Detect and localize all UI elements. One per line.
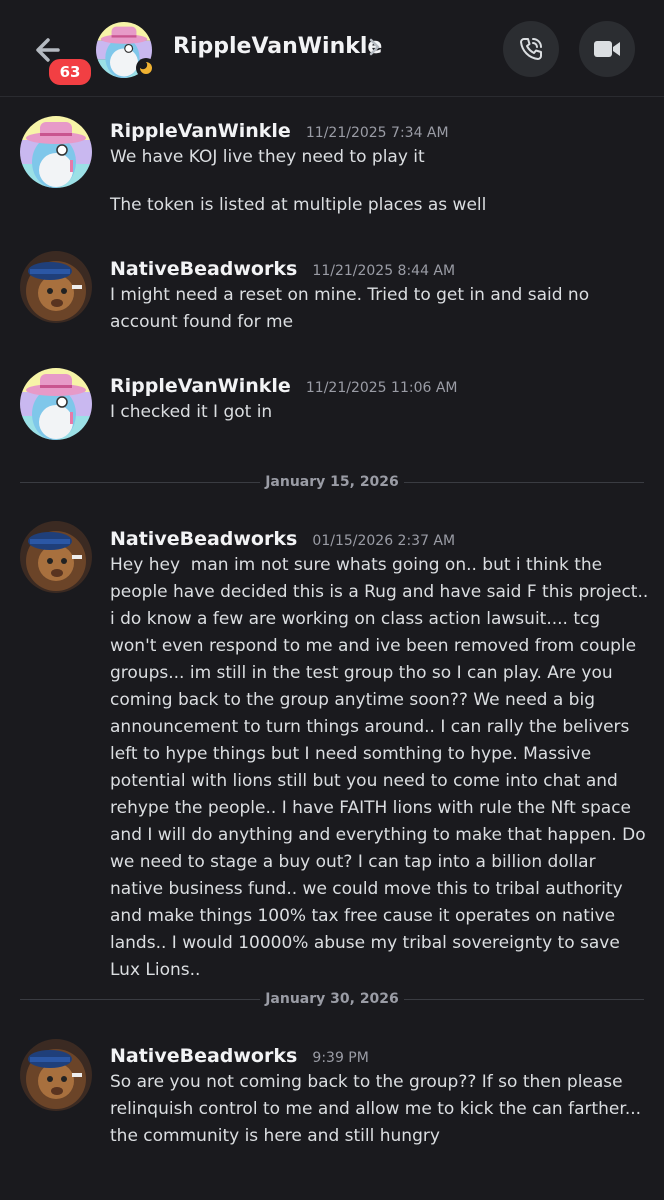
chat-header: 63 RippleVanWinkle xyxy=(0,0,664,97)
avatar[interactable] xyxy=(20,368,92,440)
video-call-button[interactable] xyxy=(579,21,635,77)
avatar[interactable] xyxy=(20,116,92,188)
date-divider-label: January 15, 2026 xyxy=(265,474,399,490)
message-author[interactable]: NativeBeadworks xyxy=(110,258,297,280)
message-text: The token is listed at multiple places a… xyxy=(110,195,487,215)
phone-call-icon xyxy=(520,38,542,60)
message: RippleVanWinkle 11/21/2025 11:06 AM I ch… xyxy=(110,373,650,426)
avatar[interactable] xyxy=(20,521,92,593)
message-text: So are you not coming back to the group?… xyxy=(110,1072,647,1146)
message-timestamp: 9:39 PM xyxy=(312,1050,369,1066)
idle-status xyxy=(136,58,156,78)
date-divider: January 15, 2026 xyxy=(20,472,644,492)
unread-badge: 63 xyxy=(46,56,94,88)
chevron-right-icon[interactable] xyxy=(368,36,382,58)
message-author[interactable]: RippleVanWinkle xyxy=(110,120,291,142)
date-divider: January 30, 2026 xyxy=(20,989,644,1009)
message-text: I checked it I got in xyxy=(110,402,273,422)
message-timestamp: 11/21/2025 7:34 AM xyxy=(305,125,449,141)
avatar[interactable] xyxy=(20,251,92,323)
message: NativeBeadworks 9:39 PM So are you not c… xyxy=(110,1043,650,1150)
message: NativeBeadworks 01/15/2026 2:37 AM Hey h… xyxy=(110,526,650,984)
message-author[interactable]: NativeBeadworks xyxy=(110,1045,297,1067)
moon-idle-icon xyxy=(139,61,152,74)
video-camera-icon xyxy=(594,41,620,57)
message-text: I might need a reset on mine. Tried to g… xyxy=(110,285,595,332)
chat-title[interactable]: RippleVanWinkle xyxy=(173,34,382,59)
message-timestamp: 01/15/2026 2:37 AM xyxy=(312,533,456,549)
message: RippleVanWinkle 11/21/2025 7:34 AM We ha… xyxy=(110,118,650,219)
voice-call-button[interactable] xyxy=(503,21,559,77)
message-timestamp: 11/21/2025 11:06 AM xyxy=(305,380,458,396)
avatar[interactable] xyxy=(20,1039,92,1111)
message: NativeBeadworks 11/21/2025 8:44 AM I mig… xyxy=(110,256,650,336)
message-author[interactable]: RippleVanWinkle xyxy=(110,375,291,397)
message-text: We have KOJ live they need to play it xyxy=(110,147,425,167)
message-text: Hey hey man im not sure whats going on..… xyxy=(110,555,654,980)
date-divider-label: January 30, 2026 xyxy=(265,991,399,1007)
message-author[interactable]: NativeBeadworks xyxy=(110,528,297,550)
message-timestamp: 11/21/2025 8:44 AM xyxy=(312,263,456,279)
